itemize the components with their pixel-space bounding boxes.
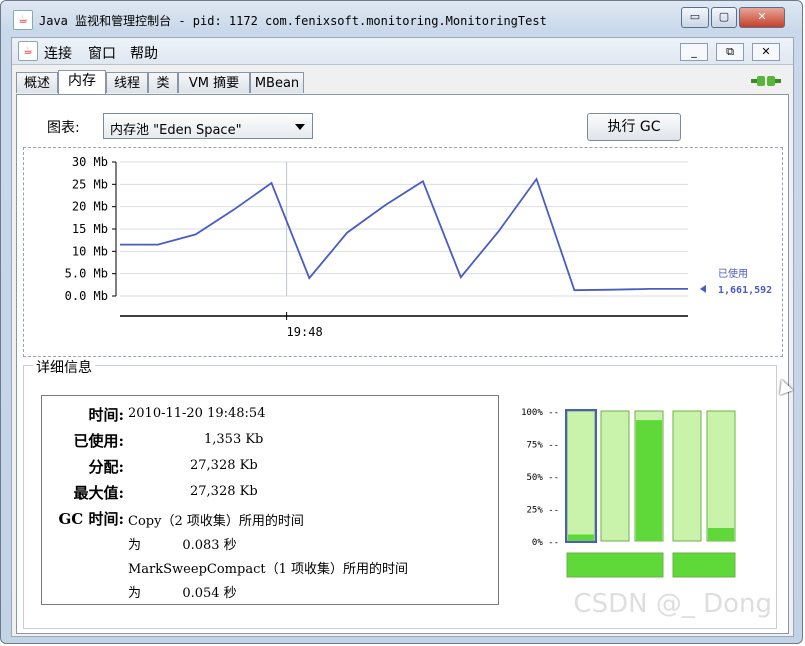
menu-bar: ☕ 连接 窗口 帮助 _ ⧉ ✕	[12, 38, 793, 65]
gc-line-marksweep-time: 为 0.054 秒	[128, 586, 237, 601]
detail-key-max: 最大值:	[73, 484, 124, 502]
detail-value-used: 1,353 Kb	[204, 432, 264, 447]
legend-marker	[700, 284, 706, 293]
title-bar: ☕ Java 监视和管理控制台 - pid: 1172 com.fenixsof…	[5, 5, 798, 33]
y-tick-label: 20 Mb	[72, 200, 108, 214]
detail-key-used: 已使用:	[73, 432, 124, 450]
pool-bar-fill	[708, 528, 734, 541]
y-tick-label: 5.0 Mb	[65, 267, 108, 281]
pool-bar-background	[566, 410, 596, 542]
y-tick-label: 30 Mb	[72, 155, 108, 169]
memory-pool-bars: 100% -- 75% -- 50% -- 25% -- 0% --	[521, 408, 736, 578]
mdi-minimize-button[interactable]: _	[680, 43, 708, 61]
detail-value-time: 2010-11-20 19:48:54	[128, 406, 266, 421]
pool-axis-label: 100% --	[521, 408, 559, 418]
pool-axis-label: 50% --	[526, 473, 559, 483]
watermark: CSDN @_ Dong	[573, 589, 772, 619]
tab-overview[interactable]: 概述	[16, 72, 58, 93]
detail-value-committed: 27,328 Kb	[190, 458, 258, 473]
detail-key-committed: 分配:	[88, 458, 124, 476]
detail-value-max: 27,328 Kb	[190, 484, 258, 499]
pool-bar-background	[672, 410, 702, 542]
heap-summary-bar	[566, 552, 664, 578]
maximize-button[interactable]: ▢	[711, 7, 737, 28]
memory-chart-frame: 30 Mb 25 Mb 20 Mb 15 Mb 10 Mb 5.0 Mb 0.0 Mb 19:…	[23, 147, 783, 357]
menu-help[interactable]: 帮助	[130, 43, 158, 63]
legend-series-value: 1,661,592	[718, 285, 772, 296]
pool-axis-label: 0% --	[532, 538, 559, 548]
tab-threads[interactable]: 线程	[106, 72, 148, 93]
perform-gc-button[interactable]: 执行 GC	[587, 113, 681, 141]
detail-key-time: 时间:	[88, 406, 124, 424]
window-title: Java 监视和管理控制台 - pid: 1172 com.fenixsoft.…	[39, 14, 547, 28]
internal-frame: ☕ 连接 窗口 帮助 _ ⧉ ✕ 概述 内存 线程 类 VM 摘要 MBean …	[11, 37, 794, 637]
pool-bar-background	[600, 410, 630, 542]
chart-selector-value: 内存池 "Eden Space"	[110, 123, 242, 138]
non-heap-summary-bar	[672, 552, 736, 578]
y-tick-label: 0.0 Mb	[65, 289, 108, 303]
details-info-box: 时间: 2010-11-20 19:48:54 已使用: 1,353 Kb 分配…	[41, 395, 499, 605]
java-cup-icon: ☕	[18, 41, 38, 61]
gc-line-marksweep: MarkSweepCompact（1 项收集）所用的时间	[128, 562, 408, 577]
menu-connection[interactable]: 连接	[44, 43, 72, 63]
tab-mbean[interactable]: MBean	[250, 72, 304, 93]
legend-series-name: 已使用	[718, 267, 748, 280]
gc-line-copy-time: 为 0.083 秒	[128, 538, 237, 553]
tab-classes[interactable]: 类	[148, 72, 178, 93]
chevron-down-icon	[295, 124, 305, 130]
mdi-restore-button[interactable]: ⧉	[716, 43, 744, 61]
detail-key-gc-time: GC 时间:	[58, 510, 124, 528]
memory-panel: 图表: 内存池 "Eden Space" 执行 GC 30 Mb 25 Mb 20 …	[16, 94, 789, 634]
pool-axis-label: 25% --	[526, 506, 559, 516]
minimize-button[interactable]: ▭	[681, 7, 709, 28]
tab-memory[interactable]: 内存	[58, 70, 106, 94]
application-window: ☕ Java 监视和管理控制台 - pid: 1172 com.fenixsof…	[0, 0, 803, 644]
java-cup-icon: ☕	[13, 10, 33, 30]
connection-status-icon	[751, 76, 781, 86]
mdi-close-button[interactable]: ✕	[752, 43, 780, 61]
pool-bar-fill	[568, 534, 594, 541]
tab-vm-summary[interactable]: VM 摘要	[178, 72, 250, 93]
chart-selector-dropdown[interactable]: 内存池 "Eden Space"	[103, 113, 313, 139]
y-tick-label: 25 Mb	[72, 177, 108, 191]
y-tick-label: 15 Mb	[72, 222, 108, 236]
chart-selector-label: 图表:	[47, 120, 80, 136]
gc-line-copy: Copy（2 项收集）所用的时间	[128, 514, 304, 529]
pool-bar-fill	[636, 420, 662, 541]
memory-chart: 30 Mb 25 Mb 20 Mb 15 Mb 10 Mb 5.0 Mb 0.0 Mb 19:…	[65, 155, 773, 339]
y-tick-label: 10 Mb	[72, 244, 108, 258]
close-button[interactable]: ✕	[739, 7, 785, 28]
details-title: 详细信息	[33, 357, 95, 377]
x-tick-label: 19:48	[287, 325, 323, 339]
pool-axis-label: 75% --	[526, 441, 559, 451]
menu-window[interactable]: 窗口	[88, 43, 116, 63]
pool-bar-background	[706, 410, 736, 542]
